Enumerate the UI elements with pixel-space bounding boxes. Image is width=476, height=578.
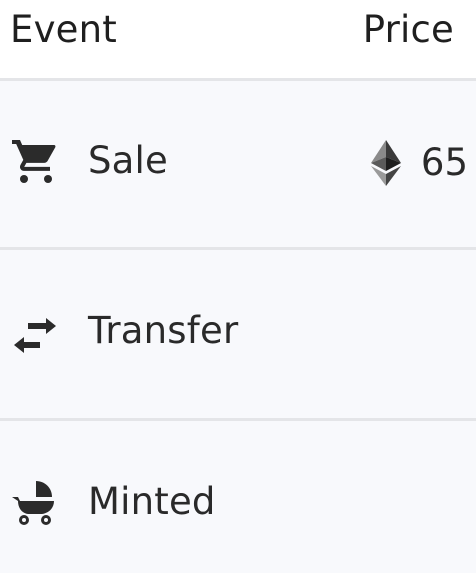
table-row-sale[interactable]: Sale 65: [0, 78, 476, 247]
table-row-transfer[interactable]: Transfer: [0, 247, 476, 416]
transfer-arrows-icon: [14, 318, 56, 353]
event-label: Sale: [88, 139, 169, 182]
table-row-minted[interactable]: Minted: [0, 418, 476, 578]
price-value: 65: [420, 141, 468, 184]
baby-carriage-icon: [12, 481, 54, 525]
shopping-cart-icon: [12, 140, 56, 183]
table-header: Event Price: [0, 0, 476, 78]
event-label: Transfer: [88, 309, 239, 352]
event-column-header: Event: [10, 8, 117, 51]
price-cell: 65: [370, 139, 468, 187]
price-column-header: Price: [362, 8, 454, 51]
event-label: Minted: [88, 480, 216, 523]
ethereum-icon: [370, 140, 401, 186]
activity-table: Event Price Sale 65 Transfer Minted: [0, 0, 476, 573]
table-body: Sale 65 Transfer Minted: [0, 78, 476, 573]
